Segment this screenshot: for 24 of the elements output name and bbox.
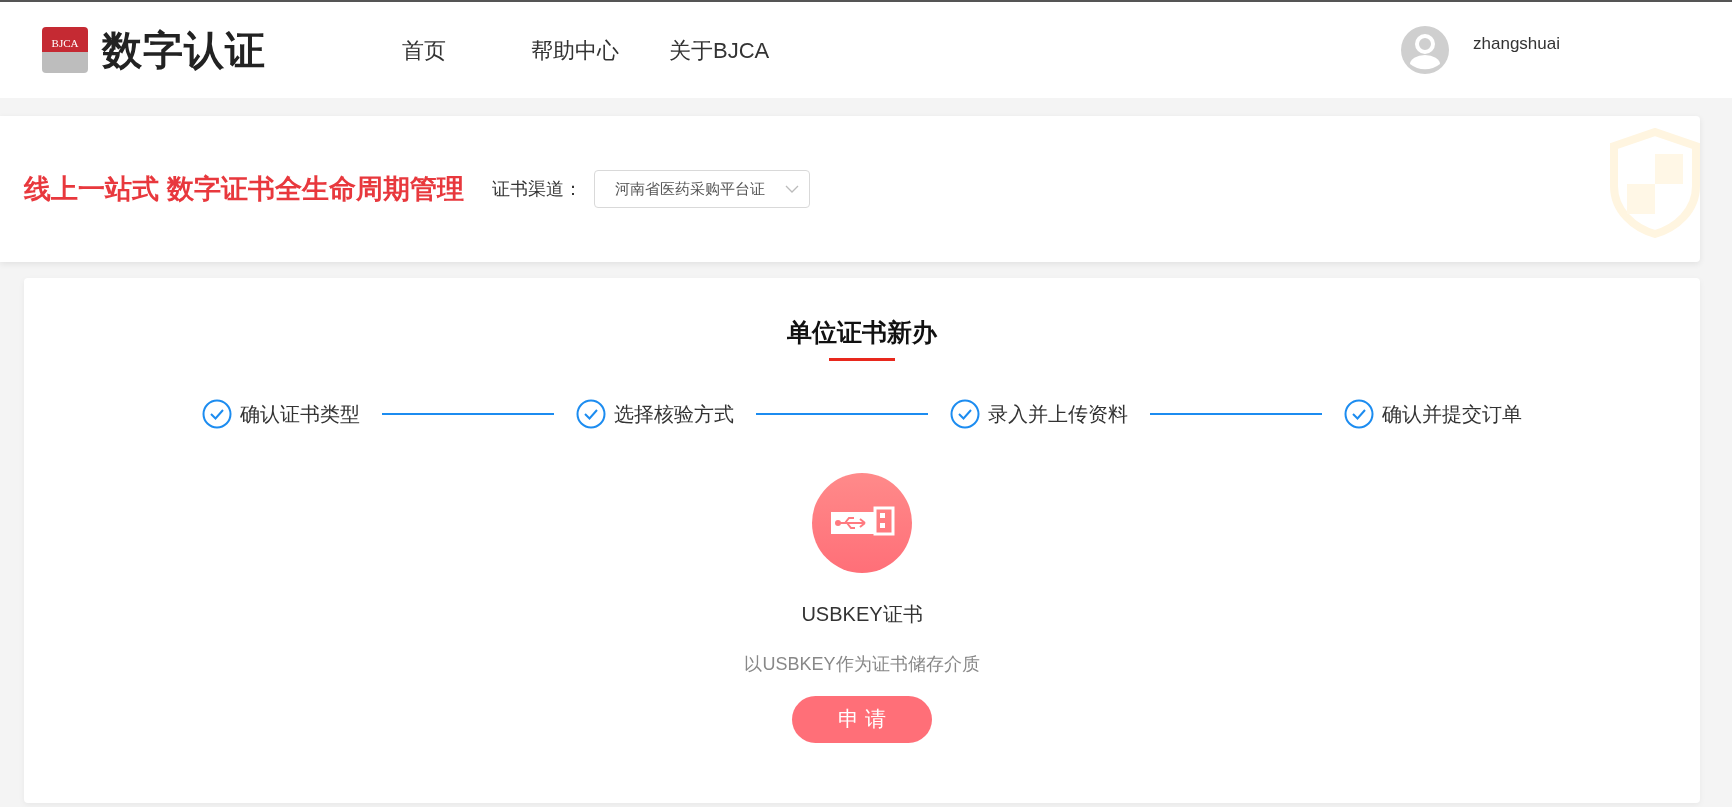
nav-link[interactable]: 首页 <box>402 33 446 67</box>
check-circle-icon <box>1344 398 1374 429</box>
nav-link[interactable]: 帮助中心 <box>531 33 619 67</box>
avatar-icon[interactable] <box>1401 26 1450 74</box>
channel-label: 证书渠道： <box>491 177 582 201</box>
step-label: 选择核验方式 <box>614 401 734 427</box>
user-name[interactable]: zhangshuai <box>1473 31 1560 57</box>
logo-badge: BJCA <box>42 27 88 73</box>
logo-title: 数字认证 <box>102 27 266 74</box>
section-title: 单位证书新办 <box>787 317 937 348</box>
slogan: 线上一站式 数字证书全生命周期管理 <box>24 172 464 206</box>
step-label: 确认证书类型 <box>240 401 360 427</box>
product-description: 以USBKEY作为证书储存介质 <box>744 652 980 676</box>
check-circle-icon <box>202 398 232 429</box>
check-circle-icon <box>576 398 606 429</box>
shield-icon <box>1610 128 1700 238</box>
chevron-down-icon <box>784 185 799 193</box>
channel-select[interactable]: 河南省医药采购平台证 <box>593 170 810 208</box>
step-label: 录入并上传资料 <box>988 401 1128 427</box>
nav-link[interactable]: 关于BJCA <box>669 33 770 67</box>
step-label: 确认并提交订单 <box>1382 401 1522 427</box>
title-underline <box>829 357 895 361</box>
check-circle-icon <box>950 398 980 429</box>
product-title: USBKEY证书 <box>801 601 923 627</box>
